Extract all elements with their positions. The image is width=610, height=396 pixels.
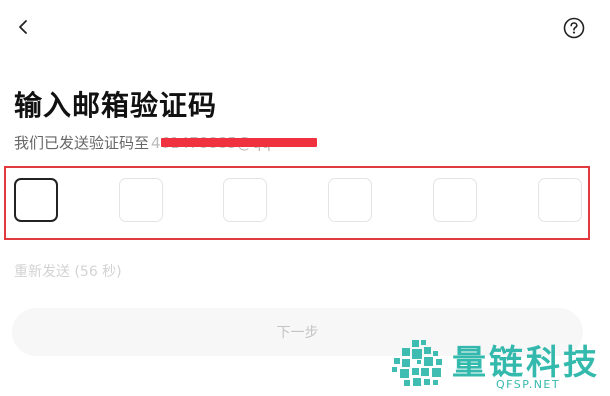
question-circle-icon[interactable] (562, 16, 586, 40)
watermark-url: QFSP.NET (496, 378, 561, 391)
code-box-2[interactable] (119, 178, 163, 222)
watermark: 量链科技 QFSP.NET (388, 334, 606, 392)
watermark-logo-icon (392, 340, 442, 386)
redaction-bar (161, 138, 317, 147)
code-input-highlight (4, 166, 590, 240)
verification-page: 输入邮箱验证码 我们已发送验证码至461478885@qq 重新发送 (56 秒… (0, 0, 610, 396)
code-box-6[interactable] (538, 178, 582, 222)
code-box-5[interactable] (433, 178, 477, 222)
resend-countdown: 重新发送 (56 秒) (14, 264, 122, 280)
code-box-3[interactable] (223, 178, 267, 222)
sent-to-prefix: 我们已发送验证码至 (14, 134, 150, 152)
code-box-4[interactable] (328, 178, 372, 222)
page-title: 输入邮箱验证码 (14, 89, 218, 122)
chevron-left-icon[interactable] (14, 16, 32, 38)
code-box-1[interactable] (14, 178, 58, 222)
watermark-name: 量链科技 (452, 343, 600, 383)
